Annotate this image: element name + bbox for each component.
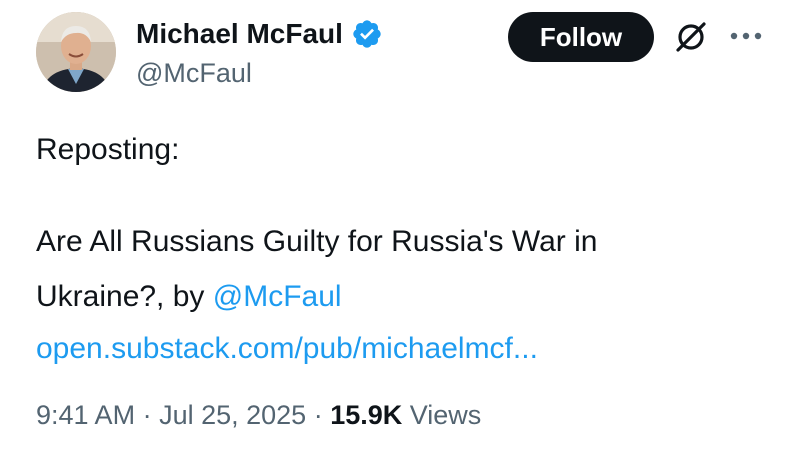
- views-count: 15.9K: [330, 400, 403, 430]
- follow-button[interactable]: Follow: [508, 12, 654, 62]
- post-text-line: Ukraine?, by @McFaul: [36, 275, 342, 319]
- display-name[interactable]: Michael McFaul: [136, 18, 343, 50]
- handle[interactable]: @McFaul: [136, 58, 383, 89]
- post-link-line: open.substack.com/pub/michaelmcf...: [36, 327, 538, 371]
- post-text-fragment: Ukraine?, by: [36, 280, 213, 313]
- substack-link[interactable]: open.substack.com/pub/michaelmcf...: [36, 332, 538, 365]
- grok-slash-icon[interactable]: [672, 18, 710, 56]
- more-dots-icon[interactable]: [726, 26, 766, 46]
- author-info[interactable]: Michael McFaul @McFaul: [136, 14, 383, 89]
- post-text-line: Reposting:: [36, 133, 180, 166]
- mention-link[interactable]: @McFaul: [213, 280, 342, 313]
- post-meta: 9:41 AM · Jul 25, 2025 · 15.9K Views: [36, 400, 481, 431]
- post-time[interactable]: 9:41 AM: [36, 400, 135, 430]
- avatar[interactable]: [36, 12, 116, 92]
- meta-separator: ·: [135, 400, 160, 430]
- views-label: Views: [402, 400, 482, 430]
- meta-separator: ·: [306, 400, 331, 430]
- verified-badge-icon: [351, 18, 383, 50]
- name-row: Michael McFaul: [136, 14, 383, 54]
- post-text-line: Are All Russians Guilty for Russia's War…: [36, 225, 598, 258]
- post-date[interactable]: Jul 25, 2025: [159, 400, 306, 430]
- post-card: Michael McFaul @McFaul Follow Reposting:…: [0, 0, 800, 451]
